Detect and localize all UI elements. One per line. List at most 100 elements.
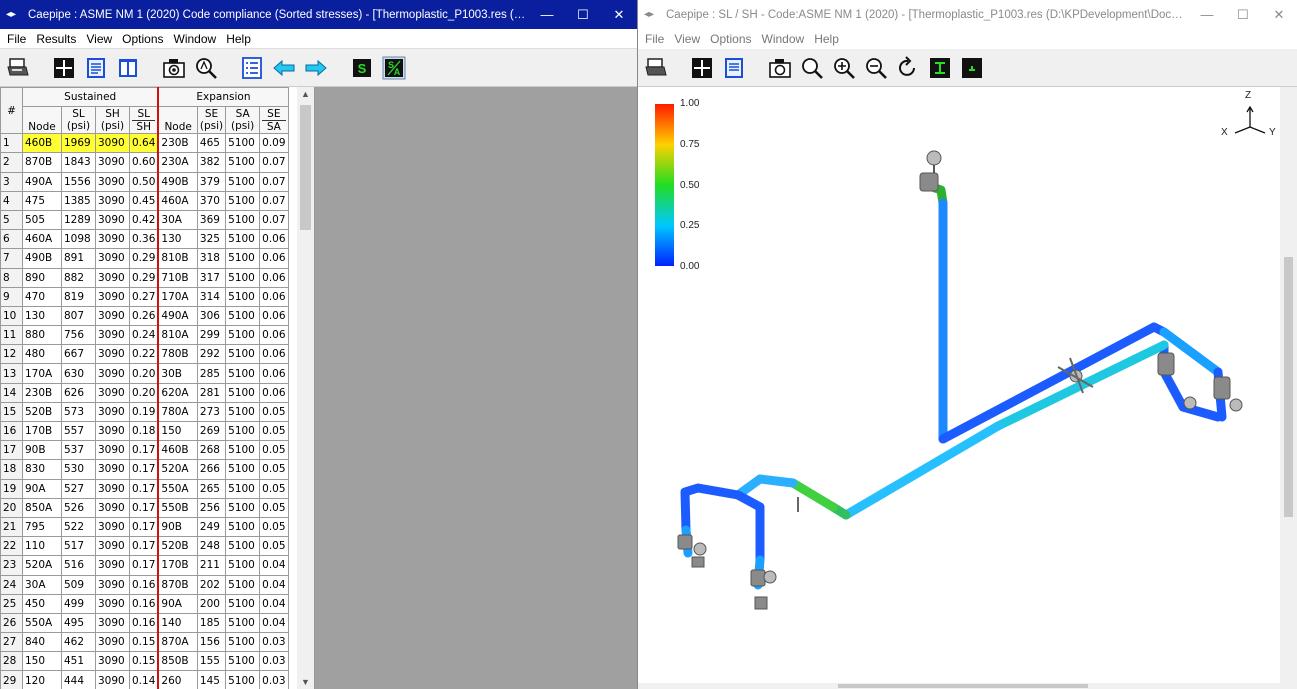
plot-vertical-scrollbar[interactable] — [1280, 87, 1297, 689]
table-row[interactable]: 16 170B 557 3090 0.18 150 269 5100 0.05 — [0, 420, 289, 442]
zoom-in-icon[interactable] — [830, 54, 858, 82]
table-row[interactable]: 11 880 756 3090 0.24 810A 299 5100 0.06 — [0, 325, 289, 346]
zoom-icon[interactable] — [798, 54, 826, 82]
menu-file[interactable]: File — [2, 32, 31, 46]
axis-x-label: X — [1221, 127, 1228, 138]
header-se[interactable]: SE (psi) — [196, 106, 227, 135]
scroll-down-icon[interactable]: ▼ — [301, 677, 310, 687]
crosshair-icon[interactable] — [50, 54, 78, 82]
close-button[interactable]: ✕ — [1261, 7, 1297, 23]
header-sh[interactable]: SH (psi) — [95, 106, 130, 135]
header-sa[interactable]: SA (psi) — [225, 106, 261, 135]
table-row[interactable]: 28 150 451 3090 0.15 850B 155 5100 0.03 — [0, 651, 289, 672]
table-row[interactable]: 25 450 499 3090 0.16 90A 200 5100 0.04 — [0, 593, 289, 614]
table-row[interactable]: 5 505 1289 3090 0.42 30A 369 5100 0.07 — [0, 209, 289, 231]
table-row[interactable]: 22 110 517 3090 0.17 520B 248 5100 0.05 — [0, 536, 289, 557]
sl-sh-ratio: 0.14 — [129, 670, 160, 689]
header-sl[interactable]: SL (psi) — [61, 106, 96, 135]
menu-file[interactable]: File — [640, 32, 669, 46]
list-icon[interactable] — [238, 54, 266, 82]
table-row[interactable]: 7 490B 891 3090 0.29 810B 318 5100 0.06 — [0, 248, 289, 269]
sl-sh-ratio: 0.17 — [129, 478, 160, 499]
table-row[interactable]: 26 550A 495 3090 0.16 140 185 5100 0.04 — [0, 612, 289, 634]
row-number: 12 — [0, 344, 23, 365]
arrow-left-icon[interactable] — [270, 54, 298, 82]
s-over-a-icon[interactable]: SA — [380, 54, 408, 82]
header-se-over-sa[interactable]: SE SA — [259, 106, 289, 135]
columns-icon[interactable] — [114, 54, 142, 82]
menu-window[interactable]: Window — [757, 32, 810, 46]
hscroll-thumb[interactable] — [838, 684, 1088, 688]
menu-help[interactable]: Help — [809, 32, 844, 46]
header-node[interactable]: Node — [22, 106, 62, 135]
menu-options[interactable]: Options — [117, 32, 168, 46]
zoom-icon[interactable] — [192, 54, 220, 82]
close-button[interactable]: ✕ — [601, 7, 637, 23]
row-number: 11 — [0, 325, 23, 346]
table-row[interactable]: 17 90B 537 3090 0.17 460B 268 5100 0.05 — [0, 440, 289, 461]
minimize-button[interactable]: — — [1189, 7, 1225, 22]
table-row[interactable]: 9 470 819 3090 0.27 170A 314 5100 0.06 — [0, 286, 289, 307]
menu-window[interactable]: Window — [169, 32, 222, 46]
table-row[interactable]: 1 460B 1969 3090 0.64 230B 465 5100 0.09 — [0, 133, 289, 154]
menu-view[interactable]: View — [669, 32, 705, 46]
right-title-bar[interactable]: ◂▸ Caepipe : SL / SH - Code:ASME NM 1 (2… — [638, 0, 1297, 29]
table-vertical-scrollbar[interactable]: ▲ ▼ — [297, 87, 314, 689]
plot-horizontal-scrollbar[interactable] — [638, 683, 1281, 689]
table-row[interactable]: 12 480 667 3090 0.22 780B 292 5100 0.06 — [0, 344, 289, 365]
table-row[interactable]: 2 870B 1843 3090 0.60 230A 382 5100 0.07 — [0, 152, 289, 173]
small-icon[interactable] — [958, 54, 986, 82]
node-expansion: 260 — [157, 670, 198, 689]
table-row[interactable]: 10 130 807 3090 0.26 490A 306 5100 0.06 — [0, 305, 289, 327]
table-row[interactable]: 15 520B 573 3090 0.19 780A 273 5100 0.05 — [0, 401, 289, 423]
fit-icon[interactable] — [926, 54, 954, 82]
menu-help[interactable]: Help — [221, 32, 256, 46]
sh-value: 3090 — [95, 152, 130, 173]
menu-results[interactable]: Results — [31, 32, 81, 46]
piping-3d-view[interactable]: 1.00 0.75 0.50 0.25 0.00 Z X Y — [638, 87, 1281, 689]
table-row[interactable]: 14 230B 626 3090 0.20 620A 281 5100 0.06 — [0, 382, 289, 403]
zoom-out-icon[interactable] — [862, 54, 890, 82]
table-row[interactable]: 27 840 462 3090 0.15 870A 156 5100 0.03 — [0, 632, 289, 653]
left-title-bar[interactable]: ◂▸ Caepipe : ASME NM 1 (2020) Code compl… — [0, 0, 637, 29]
table-row[interactable]: 6 460A 1098 3090 0.36 130 325 5100 0.06 — [0, 229, 289, 250]
table-row[interactable]: 18 830 530 3090 0.17 520A 266 5100 0.05 — [0, 459, 289, 480]
rotate-icon[interactable] — [894, 54, 922, 82]
table-row[interactable]: 21 795 522 3090 0.17 90B 249 5100 0.05 — [0, 516, 289, 538]
menu-view[interactable]: View — [81, 32, 117, 46]
sl-value: 1969 — [61, 133, 96, 154]
table-row[interactable]: 24 30A 509 3090 0.16 870B 202 5100 0.04 — [0, 574, 289, 595]
scroll-thumb[interactable] — [300, 105, 311, 230]
document-icon[interactable] — [82, 54, 110, 82]
sh-value: 3090 — [95, 420, 130, 442]
table-row[interactable]: 8 890 882 3090 0.29 710B 317 5100 0.06 — [0, 267, 289, 288]
minimize-button[interactable]: — — [529, 7, 565, 22]
table-row[interactable]: 19 90A 527 3090 0.17 550A 265 5100 0.05 — [0, 478, 289, 499]
piping-model-canvas[interactable] — [638, 87, 1281, 689]
camera-icon[interactable] — [160, 54, 188, 82]
table-row[interactable]: 20 850A 526 3090 0.17 550B 256 5100 0.05 — [0, 497, 289, 518]
camera-icon[interactable] — [766, 54, 794, 82]
table-row[interactable]: 4 475 1385 3090 0.45 460A 370 5100 0.07 — [0, 190, 289, 211]
table-row[interactable]: 23 520A 516 3090 0.17 170B 211 5100 0.04 — [0, 555, 289, 576]
header-row-number[interactable]: # — [0, 87, 23, 135]
menu-options[interactable]: Options — [705, 32, 756, 46]
table-row[interactable]: 3 490A 1556 3090 0.50 490B 379 5100 0.07 — [0, 171, 289, 192]
table-row[interactable]: 29 120 444 3090 0.14 260 145 5100 0.03 — [0, 670, 289, 689]
header-node-expansion[interactable]: Node — [157, 106, 198, 135]
scroll-up-icon[interactable]: ▲ — [301, 89, 310, 99]
arrow-right-icon[interactable] — [302, 54, 330, 82]
sh-value: 3090 — [95, 325, 130, 346]
crosshair-icon[interactable] — [688, 54, 716, 82]
table-row[interactable]: 13 170A 630 3090 0.20 30B 285 5100 0.06 — [0, 363, 289, 384]
print-icon[interactable] — [642, 54, 670, 82]
vscroll-thumb[interactable] — [1284, 257, 1293, 517]
s-icon[interactable]: S — [348, 54, 376, 82]
print-icon[interactable] — [4, 54, 32, 82]
header-sl-over-sh[interactable]: SL SH — [129, 106, 160, 135]
maximize-button[interactable]: ☐ — [1225, 7, 1261, 23]
maximize-button[interactable]: ☐ — [565, 7, 601, 23]
svg-text:S: S — [358, 61, 367, 76]
document-icon[interactable] — [720, 54, 748, 82]
se-value: 314 — [196, 286, 227, 307]
